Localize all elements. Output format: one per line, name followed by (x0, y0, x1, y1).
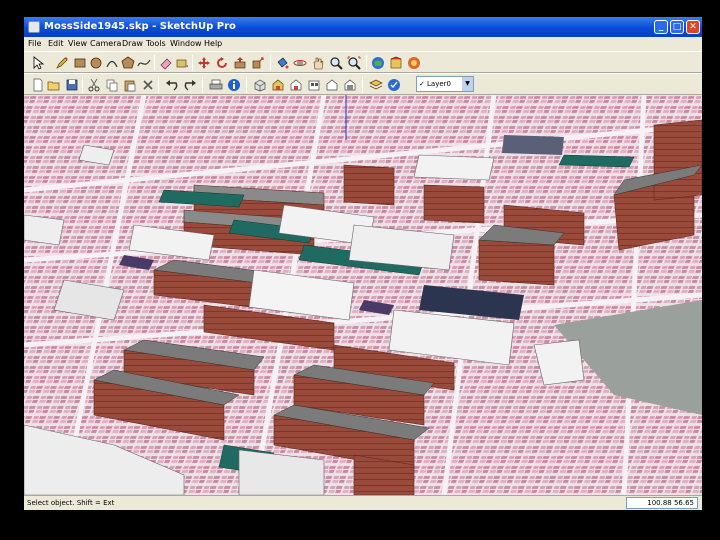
menu-camera[interactable]: Camera (90, 39, 121, 48)
toolbar-separator (246, 77, 247, 93)
top-view-icon[interactable] (270, 77, 286, 93)
left-view-icon[interactable] (342, 77, 358, 93)
city-model-scene[interactable] (24, 95, 702, 495)
layer-select-value: Layer0 (427, 80, 451, 88)
polygon-icon[interactable] (120, 55, 136, 71)
toolbar-separator (192, 55, 193, 71)
toolbar-separator (158, 77, 159, 93)
toolbar-separator (202, 77, 203, 93)
eraser-icon[interactable] (158, 55, 174, 71)
menu-help[interactable]: Help (204, 39, 222, 48)
print-icon[interactable] (208, 77, 224, 93)
rotate-icon[interactable] (214, 55, 230, 71)
menu-bar: File Edit View Camera Draw Tools Window … (24, 37, 702, 51)
toolbar-separator (270, 55, 271, 71)
front-view-icon[interactable] (288, 77, 304, 93)
cut-icon[interactable] (86, 77, 102, 93)
paint-bucket-icon[interactable] (274, 55, 290, 71)
menu-file[interactable]: File (28, 39, 41, 48)
status-bar: Select object. Shift = Ext 100.88 56.65 (24, 495, 702, 510)
status-text: Select object. Shift = Ext (27, 499, 115, 507)
maximize-button[interactable]: □ (670, 20, 684, 34)
rectangle-icon[interactable] (72, 55, 88, 71)
copy-icon[interactable] (104, 77, 120, 93)
select-icon[interactable] (30, 55, 46, 71)
toolbar-separator (82, 77, 83, 93)
undo-icon[interactable] (164, 77, 180, 93)
components-icon[interactable] (406, 55, 422, 71)
menu-view[interactable]: View (68, 39, 87, 48)
layers-icon[interactable] (368, 77, 384, 93)
scale-icon[interactable] (250, 55, 266, 71)
orbit-icon[interactable] (292, 55, 308, 71)
3d-viewport[interactable] (24, 95, 702, 495)
sketchup-app-icon (28, 21, 40, 33)
window-title: MossSide1945.skp - SketchUp Pro (44, 21, 236, 32)
3d-warehouse-icon[interactable] (388, 55, 404, 71)
arc-icon[interactable] (104, 55, 120, 71)
menu-tools[interactable]: Tools (146, 39, 166, 48)
save-icon[interactable] (64, 77, 80, 93)
menu-window[interactable]: Window (170, 39, 202, 48)
measurements-box[interactable]: 100.88 56.65 (626, 497, 698, 509)
minimize-button[interactable]: _ (654, 20, 668, 34)
sketchup-window: MossSide1945.skp - SketchUp Pro _ □ ✕ Fi… (24, 17, 702, 510)
paste-icon[interactable] (122, 77, 138, 93)
new-icon[interactable] (30, 77, 46, 93)
push-pull-icon[interactable] (232, 55, 248, 71)
toolbar-separator (362, 77, 363, 93)
pencil-icon[interactable] (54, 55, 70, 71)
toolbar-separator (154, 55, 155, 71)
tape-measure-icon[interactable] (174, 55, 190, 71)
move-icon[interactable] (196, 55, 212, 71)
freehand-icon[interactable] (136, 55, 152, 71)
layer-select[interactable]: ✓ Layer0 ▼ (416, 76, 474, 92)
toolbar-separator (366, 55, 367, 71)
pan-icon[interactable] (310, 55, 326, 71)
zoom-icon[interactable] (328, 55, 344, 71)
model-info-icon[interactable] (226, 77, 242, 93)
erase-icon[interactable] (140, 77, 156, 93)
circle-icon[interactable] (88, 55, 104, 71)
close-button[interactable]: ✕ (686, 20, 700, 34)
drawing-toolbar (24, 51, 702, 73)
standard-toolbar: ✓ Layer0 ▼ (24, 73, 702, 95)
right-view-icon[interactable] (306, 77, 322, 93)
title-bar[interactable]: MossSide1945.skp - SketchUp Pro _ □ ✕ (24, 17, 702, 37)
chevron-down-icon[interactable]: ▼ (462, 77, 473, 91)
tag-icon[interactable] (386, 77, 402, 93)
menu-draw[interactable]: Draw (122, 39, 143, 48)
open-icon[interactable] (46, 77, 62, 93)
iso-view-icon[interactable] (252, 77, 268, 93)
redo-icon[interactable] (182, 77, 198, 93)
zoom-extents-icon[interactable] (346, 55, 362, 71)
layer-check-icon: ✓ (419, 80, 425, 88)
get-models-icon[interactable] (370, 55, 386, 71)
menu-edit[interactable]: Edit (48, 39, 64, 48)
back-view-icon[interactable] (324, 77, 340, 93)
